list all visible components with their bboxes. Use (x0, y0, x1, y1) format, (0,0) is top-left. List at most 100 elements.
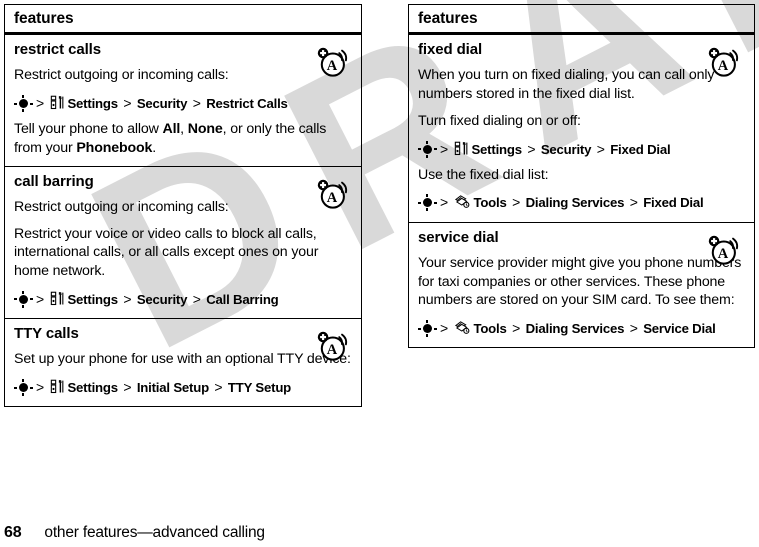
path-separator: > (36, 290, 44, 307)
page-footer: 68 other features—advanced calling (4, 524, 604, 542)
menu-path-item[interactable]: Settings (67, 292, 118, 307)
feature-title: call barring (14, 172, 94, 190)
settings-tools-icon (51, 291, 64, 305)
feature-title: fixed dial (418, 41, 483, 59)
paragraph-text: , (180, 121, 188, 138)
menu-path: > Tools > Dialing Services > Service Dia… (418, 319, 745, 338)
path-separator: > (440, 320, 448, 337)
menu-path-item[interactable]: Security (541, 142, 592, 157)
path-separator: > (512, 194, 521, 211)
menu-path-item[interactable]: Initial Setup (137, 380, 209, 395)
nav-key-icon (14, 290, 33, 308)
feature-title: service dial (418, 228, 499, 246)
antenna-a-icon: A (708, 47, 739, 77)
feature-paragraph: Restrict your voice or video calls to bl… (14, 225, 319, 280)
path-separator: > (512, 320, 521, 337)
path-separator: > (629, 320, 638, 337)
antenna-a-icon: A (706, 233, 740, 267)
path-separator: > (123, 379, 132, 396)
menu-path-item[interactable]: Settings (471, 142, 522, 157)
left-rows-container: Arestrict calls Restrict outgoing or inco… (5, 35, 361, 406)
menu-path-item[interactable]: Call Barring (206, 292, 279, 307)
feature-paragraph: Turn fixed dialing on or off: (418, 112, 581, 129)
tools-cards-icon (455, 195, 470, 209)
path-separator: > (214, 379, 223, 396)
menu-path-item[interactable]: Dialing Services (526, 321, 625, 336)
svg-text:A: A (327, 58, 338, 74)
table-header-right: features (409, 5, 754, 36)
menu-path: > Settings > Security > Call Barring (14, 290, 352, 308)
menu-path-item[interactable]: Settings (67, 96, 118, 111)
feature-paragraph: When you turn on fixed dialing, you can … (418, 67, 715, 103)
feature-row: Aservice dial Your service provider might… (409, 223, 754, 348)
antenna-a-icon: A (315, 329, 349, 363)
svg-text:A: A (327, 190, 338, 206)
path-separator: > (123, 290, 132, 307)
antenna-a-icon: A (317, 331, 348, 361)
menu-path: > Settings > Initial Setup > TTY Setup (14, 378, 352, 397)
menu-path-item[interactable]: Security (137, 292, 188, 307)
feature-paragraph: Your service provider might give you pho… (418, 254, 742, 309)
menu-path: > Tools > Dialing Services > Fixed Dial (418, 193, 745, 212)
table-header-left: features (5, 5, 361, 36)
settings-tools-icon (455, 141, 468, 155)
features-table-right: features Afixed dial When you turn on fix… (408, 4, 755, 349)
path-separator: > (596, 140, 605, 157)
menu-path-item[interactable]: Restrict Calls (206, 96, 288, 111)
right-rows-container: Afixed dial When you turn on fixed dialin… (409, 35, 754, 347)
path-separator: > (192, 95, 201, 112)
menu-path-item[interactable]: Tools (473, 321, 506, 336)
menu-path-item[interactable]: Security (137, 96, 188, 111)
svg-text:A: A (718, 58, 729, 74)
antenna-a-icon: A (708, 235, 739, 265)
paragraph-text: . (152, 139, 157, 156)
paragraph-text: Tell your phone to allow (14, 121, 163, 138)
feature-row: A TTY calls Set up your phone for use with… (5, 319, 361, 406)
settings-tools-icon (51, 379, 64, 394)
path-separator: > (36, 379, 44, 396)
svg-text:A: A (718, 246, 729, 262)
menu-path-item[interactable]: Fixed Dial (643, 195, 703, 210)
path-separator: > (440, 194, 448, 211)
path-separator: > (440, 140, 448, 157)
nav-key-icon (418, 320, 437, 338)
feature-row: Acall barring Restrict outgoing or incomi… (5, 167, 361, 320)
feature-paragraph: Set up your phone for use with an option… (14, 351, 351, 368)
page-number: 68 (4, 524, 22, 541)
nav-key-icon (14, 379, 33, 397)
feature-paragraph: Restrict outgoing or incoming calls: (14, 198, 229, 215)
menu-path-item[interactable]: TTY Setup (228, 380, 291, 395)
nav-key-icon (418, 140, 437, 158)
settings-tools-icon (51, 95, 64, 110)
emphasis-term: Phonebook (76, 139, 153, 156)
antenna-a-icon: A (315, 45, 349, 79)
nav-key-icon (14, 95, 33, 113)
footer-chapter-title: other features—advanced calling (44, 524, 265, 541)
menu-path: > Settings > Security > Restrict Calls (14, 94, 352, 113)
feature-paragraph: Tell your phone to allow All, None, or o… (14, 120, 352, 157)
menu-path-item[interactable]: Service Dial (643, 321, 716, 336)
antenna-a-icon: A (317, 179, 348, 209)
emphasis-term: None (187, 121, 223, 138)
antenna-a-icon: A (317, 47, 348, 77)
feature-row: Afixed dial When you turn on fixed dialin… (409, 35, 754, 223)
path-separator: > (527, 140, 536, 157)
menu-path: > Settings > Security > Fixed Dial (418, 140, 745, 158)
antenna-a-icon: A (706, 45, 740, 79)
menu-path-item[interactable]: Tools (473, 195, 506, 210)
menu-path-item[interactable]: Dialing Services (526, 195, 625, 210)
nav-key-icon (418, 194, 437, 212)
menu-path-item[interactable]: Settings (67, 380, 118, 395)
feature-paragraph: Use the fixed dial list: (418, 166, 549, 183)
tools-cards-icon (455, 321, 470, 334)
feature-row: Arestrict calls Restrict outgoing or inco… (5, 35, 361, 167)
menu-path-item[interactable]: Fixed Dial (610, 142, 670, 157)
path-separator: > (123, 95, 132, 112)
path-separator: > (192, 290, 201, 307)
feature-title: restrict calls (14, 41, 101, 59)
feature-title: TTY calls (14, 325, 79, 343)
emphasis-term: All (162, 121, 181, 138)
feature-paragraph: Restrict outgoing or incoming calls: (14, 67, 229, 84)
svg-text:A: A (327, 342, 338, 358)
path-separator: > (629, 194, 638, 211)
